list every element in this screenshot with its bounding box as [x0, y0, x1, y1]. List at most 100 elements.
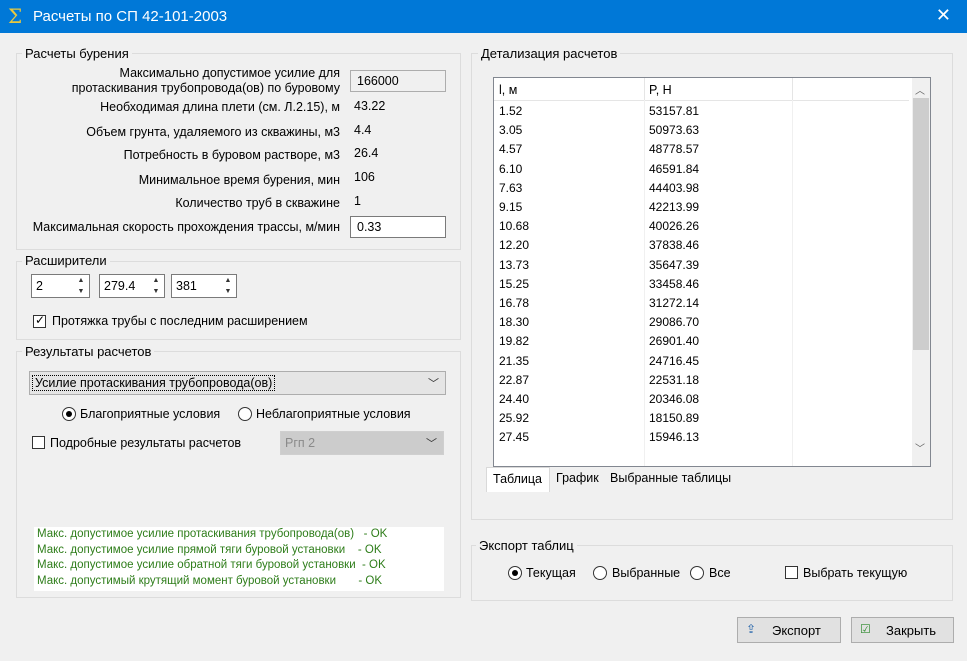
- cell-l: 13.73: [499, 257, 530, 272]
- table-row[interactable]: 22.87 22531.18: [494, 371, 909, 389]
- cell-l: 9.15: [499, 200, 523, 214]
- check-result: Макс. допустимый крутящий момент буровой…: [37, 574, 383, 587]
- table-row[interactable]: 21.35 24716.45: [494, 352, 909, 370]
- export-button-label: Экспорт: [772, 623, 821, 638]
- table-row[interactable]: 12.20 37838.46: [494, 236, 909, 254]
- tab-chart[interactable]: График: [550, 467, 606, 491]
- results-group-label: Результаты расчетов: [22, 344, 155, 359]
- table-row[interactable]: 6.10 46591.84: [494, 160, 909, 178]
- reamers-group-label: Расширители: [22, 253, 110, 268]
- cell-p: 35647.39: [649, 257, 700, 272]
- scroll-up-icon[interactable]: ︿: [915, 82, 925, 97]
- tab-table[interactable]: Таблица: [486, 467, 550, 492]
- max-force-field: 166000: [350, 70, 446, 92]
- table-row[interactable]: 3.05 50973.63: [494, 121, 909, 139]
- radio-export-current[interactable]: [508, 566, 522, 580]
- check-result: Макс. допустимое усилие протаскивания тр…: [37, 528, 388, 540]
- max-force-label: Максимально допустимое усилие для протас…: [71, 66, 340, 95]
- table-row[interactable]: 15.25 33458.46: [494, 275, 909, 293]
- spin-down-icon[interactable]: ▼: [73, 286, 89, 297]
- radio-export-selected-label: Выбранные: [612, 566, 681, 580]
- scrollbar-thumb[interactable]: [913, 98, 929, 350]
- drilling-group-label: Расчеты бурения: [22, 46, 132, 61]
- select-current-checkbox[interactable]: [785, 566, 798, 579]
- cell-p: 53157.81: [649, 104, 700, 118]
- table-row[interactable]: 24.40 20346.08: [494, 390, 909, 408]
- spin-down-icon[interactable]: ▼: [148, 286, 164, 297]
- radio-export-current-label: Текущая: [526, 566, 576, 580]
- table-row[interactable]: 19.82 26901.40: [494, 332, 909, 350]
- length-value: 43.22: [354, 99, 386, 113]
- length-label: Необходимая длина плети (см. Л.2.15), м: [100, 100, 340, 114]
- check-result: Макс. допустимое усилие обратной тяги бу…: [37, 559, 386, 571]
- table-row[interactable]: 4.57 48778.57: [494, 140, 909, 158]
- cell-l: 16.78: [499, 296, 530, 310]
- cell-p: 50973.63: [649, 123, 700, 138]
- radio-unfavorable[interactable]: [238, 407, 252, 421]
- cell-l: 3.05: [499, 123, 523, 138]
- cell-l: 6.10: [499, 161, 523, 176]
- close-button[interactable]: ☑ Закрыть: [851, 617, 954, 643]
- table-scrollbar[interactable]: ︿ ﹀: [912, 78, 930, 466]
- window-title: Расчеты по СП 42-101-2003: [33, 8, 228, 25]
- cell-p: 44403.98: [649, 180, 700, 195]
- results-combo-value: Усилие протаскивания трубопровода(ов): [32, 375, 276, 391]
- radio-export-selected[interactable]: [593, 566, 607, 580]
- cell-p: 18150.89: [649, 411, 700, 426]
- checkmark-icon: ☑: [860, 622, 871, 636]
- detailed-label: Подробные результаты расчетов: [50, 436, 242, 450]
- cell-p: 29086.70: [649, 315, 700, 330]
- column-header-l[interactable]: l, м: [499, 83, 517, 97]
- spin-up-icon[interactable]: ▲: [220, 275, 236, 286]
- spin-down-icon[interactable]: ▼: [220, 286, 236, 297]
- cell-l: 27.45: [499, 430, 530, 445]
- spin-up-icon[interactable]: ▲: [148, 275, 164, 286]
- checkmark-icon: ✓: [35, 313, 46, 327]
- table-row[interactable]: 1.52 53157.81: [494, 102, 909, 120]
- detailed-combo: Ргп 2 ﹀: [280, 431, 444, 455]
- close-window-button[interactable]: ✕: [936, 5, 951, 26]
- table-row[interactable]: 9.15 42213.99: [494, 198, 909, 216]
- table-row[interactable]: 25.92 18150.89: [494, 409, 909, 427]
- reamer-spinner-2[interactable]: 279.4 ▲ ▼: [99, 274, 165, 298]
- radio-export-all[interactable]: [690, 566, 704, 580]
- cell-l: 1.52: [499, 104, 523, 118]
- cell-l: 21.35: [499, 353, 530, 368]
- table-row[interactable]: 7.63 44403.98: [494, 179, 909, 197]
- cell-l: 15.25: [499, 276, 530, 291]
- radio-favorable[interactable]: [62, 407, 76, 421]
- table-row[interactable]: 18.30 29086.70: [494, 313, 909, 331]
- table-row[interactable]: 10.68 40026.26: [494, 217, 909, 235]
- time-label: Минимальное время бурения, мин: [138, 173, 340, 187]
- export-button[interactable]: ⇪ Экспорт: [737, 617, 841, 643]
- reamer-spinner-3[interactable]: 381 ▲ ▼: [171, 274, 237, 298]
- column-header-p[interactable]: P, Н: [649, 83, 672, 97]
- detail-table[interactable]: l, м P, Н 1.52 53157.81 3.05 50973.63 4.57 48…: [493, 77, 931, 467]
- speed-field[interactable]: 0.33: [350, 216, 446, 238]
- chevron-down-icon: ﹀: [428, 378, 439, 390]
- radio-export-all-label: Все: [709, 566, 731, 580]
- pipes-label: Количество труб в скважине: [175, 196, 340, 210]
- check-result: Макс. допустимое усилие прямой тяги буро…: [37, 543, 382, 556]
- speed-label: Максимальная скорость прохождения трассы…: [32, 220, 340, 234]
- soil-label: Объем грунта, удаляемого из скважины, м3: [86, 125, 340, 139]
- reamer-spinner-1[interactable]: 2 ▲ ▼: [31, 274, 90, 298]
- export-group-label: Экспорт таблиц: [476, 538, 577, 553]
- radio-dot: [512, 570, 518, 576]
- table-row[interactable]: 13.73 35647.39: [494, 256, 909, 274]
- tab-selected-tables[interactable]: Выбранные таблицы: [604, 467, 744, 491]
- spin-up-icon[interactable]: ▲: [73, 275, 89, 286]
- mud-value: 26.4: [354, 146, 379, 160]
- detailed-checkbox[interactable]: [32, 436, 45, 449]
- table-row[interactable]: 27.45 15946.13: [494, 428, 909, 446]
- table-row[interactable]: 16.78 31272.14: [494, 294, 909, 312]
- reamers-group: [16, 261, 461, 340]
- cell-p: 40026.26: [649, 219, 700, 234]
- results-combo[interactable]: Усилие протаскивания трубопровода(ов) ﹀: [29, 371, 446, 395]
- cell-l: 19.82: [499, 334, 530, 349]
- cell-l: 7.63: [499, 180, 523, 195]
- pull-checkbox[interactable]: ✓: [33, 313, 46, 328]
- scroll-down-icon[interactable]: ﹀: [915, 440, 925, 455]
- cell-l: 22.87: [499, 372, 530, 387]
- pull-label: Протяжка трубы с последним расширением: [52, 314, 308, 328]
